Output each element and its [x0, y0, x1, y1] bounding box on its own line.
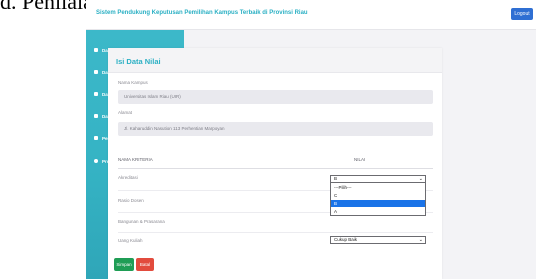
- criteria-name: Uang Kuliah: [118, 238, 143, 243]
- select-value: B: [334, 176, 338, 181]
- criteria-name: Bangunan & Prasarana: [118, 219, 165, 224]
- home-icon: [94, 48, 98, 52]
- dropdown-option[interactable]: A: [331, 208, 425, 215]
- dropdown-option[interactable]: ---Pilih---: [331, 184, 425, 191]
- save-button[interactable]: Simpan: [114, 258, 134, 271]
- criteria-name: Akreditasi: [118, 175, 138, 180]
- akreditasi-dropdown-list: ---Pilih--- C B A: [330, 182, 426, 216]
- app-title: Sistem Pendukung Keputusan Pemilihan Kam…: [96, 10, 308, 16]
- alamat-label: Alamat: [118, 110, 133, 115]
- select-value: Cukup Baik: [334, 237, 358, 242]
- top-bar: Sistem Pendukung Keputusan Pemilihan Kam…: [86, 0, 536, 30]
- alamat-field[interactable]: Jl. Kaharuddin Nasution 113 Perhentian M…: [118, 122, 433, 136]
- building-icon: [94, 70, 98, 74]
- logout-button[interactable]: Logout: [511, 8, 533, 20]
- table-header-divider: [118, 168, 433, 169]
- cancel-button[interactable]: Batal: [136, 258, 154, 271]
- dropdown-option[interactable]: C: [331, 192, 425, 199]
- pencil-icon: [94, 92, 98, 96]
- column-header-kriteria: NAMA KRITERIA: [118, 157, 153, 162]
- uang-kuliah-select[interactable]: Cukup Baik ⌄: [330, 236, 426, 244]
- column-header-nilai: NILAI: [354, 157, 366, 162]
- form-card: Isi Data Nilai Nama Kampus Universitas I…: [108, 48, 442, 279]
- nama-kampus-label: Nama Kampus: [118, 80, 148, 85]
- dropdown-option-selected[interactable]: B: [331, 200, 425, 207]
- row-divider: [118, 232, 433, 233]
- pencil-icon: [94, 114, 98, 118]
- card-header: Isi Data Nilai: [108, 48, 442, 73]
- nama-kampus-field[interactable]: Universitas Islam Riau (UIR): [118, 90, 433, 104]
- pencil-icon: [94, 136, 98, 140]
- gear-icon: [94, 159, 98, 163]
- chevron-down-icon: ⌄: [418, 237, 423, 243]
- criteria-name: Rasio Dosen: [118, 198, 144, 203]
- form-title: Isi Data Nilai: [116, 57, 161, 66]
